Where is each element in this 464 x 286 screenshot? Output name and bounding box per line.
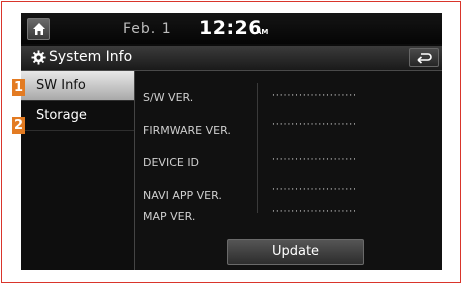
info-value: ······················ xyxy=(272,91,357,101)
info-label: MAP VER. xyxy=(143,210,196,223)
callout-marker-2: 2 xyxy=(12,117,25,134)
info-label: S/W VER. xyxy=(143,91,194,104)
callout-marker-1: 1 xyxy=(12,79,25,96)
info-value: ······················ xyxy=(272,185,357,195)
page-title: System Info xyxy=(49,49,133,65)
back-button[interactable] xyxy=(409,48,439,67)
update-button[interactable]: Update xyxy=(227,239,364,265)
sidebar-item-sw-info[interactable]: SW Info xyxy=(21,71,134,101)
date-text: Feb. 1 xyxy=(123,21,172,37)
gear-icon xyxy=(31,50,46,65)
sw-info-panel: S/W VER. ······················ FIRMWARE… xyxy=(135,71,442,270)
info-value: ······················ xyxy=(272,155,357,165)
home-button[interactable] xyxy=(27,18,50,40)
title-bar: System Info xyxy=(21,46,442,71)
info-label: FIRMWARE VER. xyxy=(143,124,231,137)
info-value: ······················ xyxy=(272,207,357,217)
am-pm-indicator: AM xyxy=(256,28,269,36)
info-label: DEVICE ID xyxy=(143,156,200,169)
status-bar: Feb. 1 12:26 AM xyxy=(21,13,442,44)
info-value: ······················ xyxy=(272,120,357,130)
time-text: 12:26 xyxy=(199,17,262,39)
column-divider xyxy=(257,83,258,213)
home-icon xyxy=(33,23,45,35)
head-unit-screen: Feb. 1 12:26 AM System Info SW Info Stor… xyxy=(21,13,442,270)
info-label: NAVI APP VER. xyxy=(143,189,222,202)
sidebar-item-label: Storage xyxy=(36,108,87,123)
sidebar: SW Info Storage xyxy=(21,71,135,270)
sidebar-item-storage[interactable]: Storage xyxy=(21,101,134,131)
back-icon xyxy=(417,53,432,64)
sidebar-item-label: SW Info xyxy=(36,78,86,93)
